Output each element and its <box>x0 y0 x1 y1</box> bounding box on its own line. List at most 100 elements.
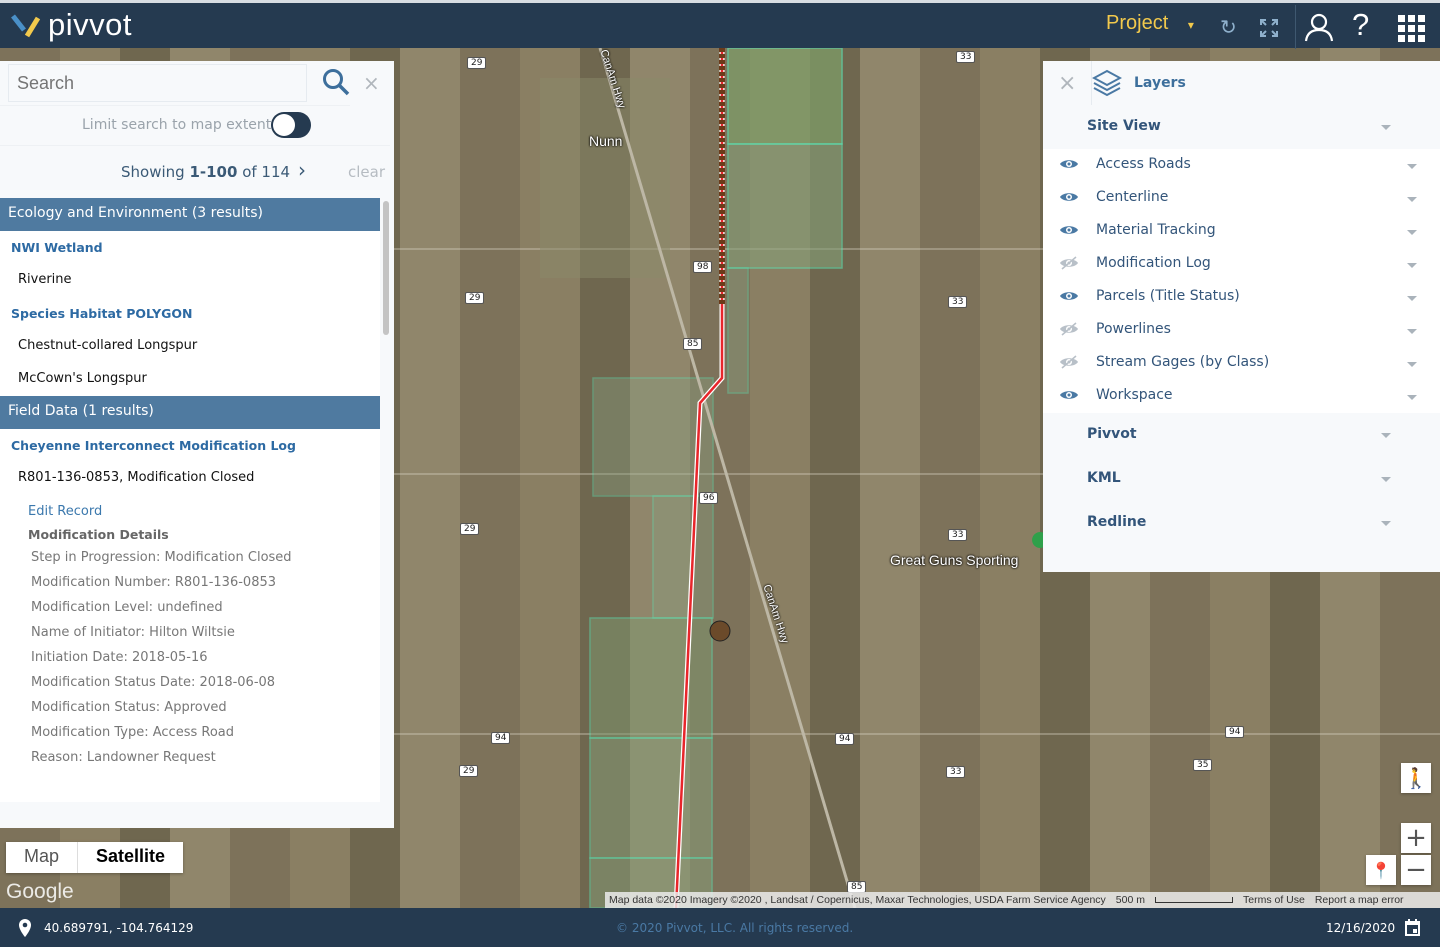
layer-label: Centerline <box>1096 189 1169 205</box>
layer-section-pivvot[interactable]: Pivvot <box>1043 414 1440 458</box>
clear-search-icon[interactable]: × <box>363 71 380 95</box>
road-shield: 33 <box>948 529 968 541</box>
caret-down-icon <box>1381 125 1391 130</box>
result-group[interactable]: Cheyenne Interconnect Modification Log <box>0 429 380 462</box>
detail-line: Step in Progression: Modification Closed <box>31 550 292 565</box>
project-label: Project <box>1106 12 1169 34</box>
scale-bar <box>1154 897 1233 903</box>
caret-down-icon[interactable] <box>1407 362 1417 367</box>
caret-down-icon[interactable] <box>1407 197 1417 202</box>
road-shield: 29 <box>460 523 480 535</box>
layer-section-kml[interactable]: KML <box>1043 458 1440 502</box>
eye-off-icon[interactable] <box>1059 256 1079 270</box>
eye-off-icon[interactable] <box>1059 322 1079 336</box>
detail-line: Modification Number: R801-136-0853 <box>31 575 277 590</box>
layer-label: Powerlines <box>1096 321 1171 337</box>
caret-down-icon[interactable] <box>1407 230 1417 235</box>
caret-down-icon[interactable] <box>1407 263 1417 268</box>
calendar-icon[interactable] <box>1405 919 1420 936</box>
caret-down-icon[interactable] <box>1407 395 1417 400</box>
eye-icon[interactable] <box>1059 223 1079 237</box>
list-item[interactable]: R801-136-0853, Modification Closed <box>0 462 380 495</box>
street-view-pegman-icon[interactable]: 🚶 <box>1401 763 1431 793</box>
layer-row[interactable]: Powerlines <box>1043 314 1440 347</box>
road-shield: 94 <box>1225 726 1245 738</box>
edit-record-link[interactable]: Edit Record <box>0 498 380 523</box>
eye-icon[interactable] <box>1059 190 1079 204</box>
layer-row[interactable]: Parcels (Title Status) <box>1043 281 1440 314</box>
project-dropdown[interactable]: Project ▾ <box>1106 12 1194 35</box>
close-layers-icon[interactable]: × <box>1058 71 1076 96</box>
layer-label: Stream Gages (by Class) <box>1096 354 1270 370</box>
road-shield: 35 <box>1193 759 1213 771</box>
layers-panel: × Layers Site View Access Roads Centerlin… <box>1043 61 1440 572</box>
expand-icon[interactable] <box>1259 18 1279 38</box>
road-shield: 29 <box>465 292 485 304</box>
location-pin-icon[interactable]: 📍 <box>1366 855 1396 885</box>
layer-label: Parcels (Title Status) <box>1096 288 1240 304</box>
layer-row[interactable]: Material Tracking <box>1043 215 1440 248</box>
layer-label: Material Tracking <box>1096 222 1216 238</box>
divider <box>1295 5 1296 49</box>
terms-link[interactable]: Terms of Use <box>1243 894 1305 906</box>
map-type-control: Map Satellite <box>6 842 184 873</box>
map-type-satellite[interactable]: Satellite <box>77 842 183 873</box>
list-item[interactable]: Riverine <box>0 264 380 297</box>
zoom-in-button[interactable]: + <box>1401 823 1431 853</box>
zoom-out-button[interactable]: − <box>1401 855 1431 885</box>
limit-search-toggle[interactable] <box>271 112 311 138</box>
copyright: © 2020 Pivvot, LLC. All rights reserved. <box>616 921 854 935</box>
date-display: 12/16/2020 <box>1326 921 1396 935</box>
map-type-map[interactable]: Map <box>6 842 77 873</box>
google-logo: Google <box>6 880 74 903</box>
result-group[interactable]: NWI Wetland <box>0 231 380 264</box>
road-shield: 94 <box>491 732 511 744</box>
list-item[interactable]: Chestnut-collared Longspur <box>0 330 380 363</box>
detail-line: Modification Type: Access Road <box>31 725 234 740</box>
caret-down-icon <box>1381 433 1391 438</box>
report-error-link[interactable]: Report a map error <box>1315 894 1404 906</box>
refresh-icon[interactable]: ↻ <box>1220 15 1237 39</box>
result-group[interactable]: Species Habitat POLYGON <box>0 297 380 330</box>
list-item[interactable]: McCown's Longspur <box>0 363 380 396</box>
layer-row[interactable]: Access Roads <box>1043 149 1440 182</box>
category-header[interactable]: Ecology and Environment (3 results) <box>0 198 380 231</box>
caret-down-icon[interactable] <box>1407 296 1417 301</box>
search-icon[interactable] <box>322 68 350 96</box>
layer-row[interactable]: Workspace <box>1043 380 1440 413</box>
caret-down-icon[interactable] <box>1407 329 1417 334</box>
category-header[interactable]: Field Data (1 results) <box>0 396 380 429</box>
eye-off-icon[interactable] <box>1059 355 1079 369</box>
next-page-icon[interactable]: › <box>298 158 306 182</box>
scale-label: 500 m <box>1115 894 1145 906</box>
layer-label: Workspace <box>1096 387 1173 403</box>
scrollbar[interactable] <box>383 201 389 335</box>
layer-section-site-view[interactable]: Site View <box>1043 106 1440 150</box>
clear-results-link[interactable]: clear <box>348 163 385 181</box>
user-icon[interactable] <box>1304 12 1334 42</box>
logo-text: pivvot <box>48 7 132 42</box>
layer-row[interactable]: Stream Gages (by Class) <box>1043 347 1440 380</box>
road-shield: 98 <box>693 261 713 273</box>
detail-line: Modification Status Date: 2018-06-08 <box>31 675 276 690</box>
layer-label: Modification Log <box>1096 255 1211 271</box>
logo[interactable]: pivvot <box>10 7 132 43</box>
layer-row[interactable]: Modification Log <box>1043 248 1440 281</box>
road-shield: 33 <box>956 51 976 63</box>
eye-icon[interactable] <box>1059 157 1079 171</box>
help-icon[interactable]: ? <box>1352 7 1369 43</box>
eye-icon[interactable] <box>1059 289 1079 303</box>
apps-grid-icon[interactable] <box>1398 15 1425 42</box>
map-label-town: Nunn <box>589 133 623 149</box>
road-shield: 94 <box>835 733 855 745</box>
detail-line: Name of Initiator: Hilton Wiltsie <box>31 625 235 640</box>
search-panel: × Limit search to map extent Showing 1-1… <box>0 61 394 828</box>
detail-line: Initiation Date: 2018-05-16 <box>31 650 208 665</box>
search-input[interactable] <box>8 64 307 102</box>
layer-section-redline[interactable]: Redline <box>1043 502 1440 546</box>
eye-icon[interactable] <box>1059 388 1079 402</box>
road-shield: 29 <box>459 765 479 777</box>
footer: 40.689791, -104.764129 © 2020 Pivvot, LL… <box>0 908 1440 947</box>
layer-row[interactable]: Centerline <box>1043 182 1440 215</box>
caret-down-icon[interactable] <box>1407 164 1417 169</box>
